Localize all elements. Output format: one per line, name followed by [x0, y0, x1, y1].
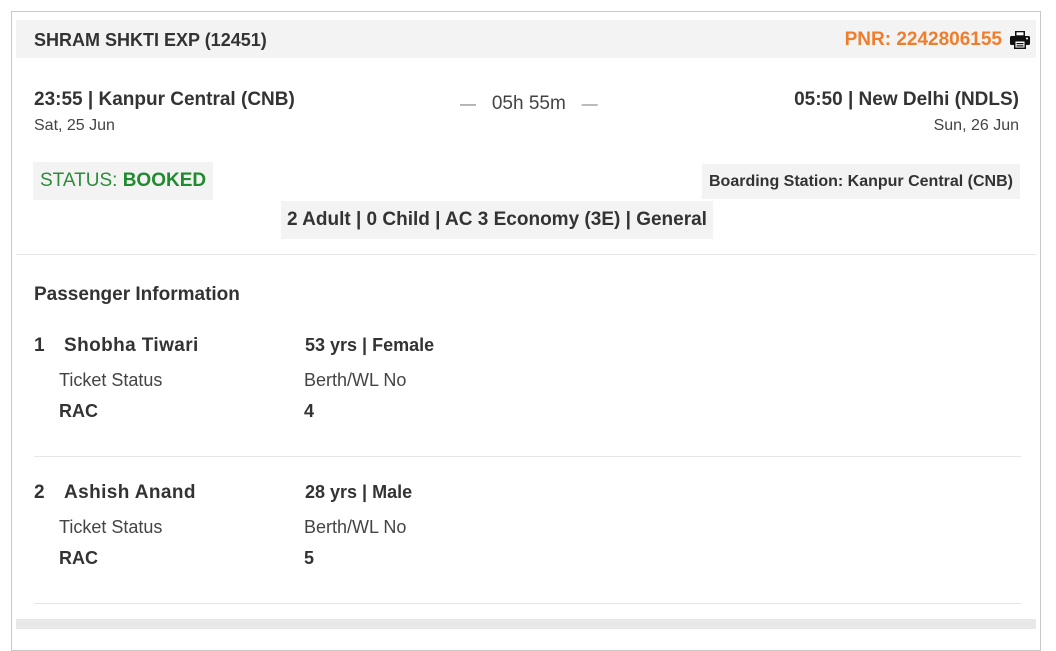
passenger-name: Ashish Anand	[64, 482, 196, 503]
ticket-status-value: RAC	[59, 401, 98, 421]
passenger-section-title: Passenger Information	[34, 284, 240, 305]
ticket-status-value: RAC	[59, 548, 98, 568]
status-value: BOOKED	[122, 170, 207, 191]
status-label: STATUS:	[40, 170, 123, 191]
divider	[16, 254, 1036, 255]
pnr-number: PNR: 2242806155	[844, 29, 1002, 50]
arrival-time-station: 05:50 | New Delhi (NDLS)	[794, 89, 1019, 110]
berth-value: 4	[304, 401, 315, 421]
booking-card: SHRAM SHKTI EXP (12451) PNR: 2242806155 …	[11, 11, 1041, 651]
card-footer-bar	[16, 619, 1036, 629]
departure-date: Sat, 25 Jun	[34, 117, 115, 134]
berth-label: Berth/WL No	[304, 370, 407, 390]
ticket-status-label: Ticket Status	[59, 517, 163, 537]
booking-class-summary: 2 Adult | 0 Child | AC 3 Economy (3E) | …	[281, 201, 713, 239]
arrival-date: Sun, 26 Jun	[933, 117, 1019, 134]
passenger-name: Shobha Tiwari	[64, 335, 199, 356]
passenger-age-gender: 28 yrs | Male	[305, 482, 413, 502]
passenger-divider	[34, 603, 1021, 604]
boarding-station: Boarding Station: Kanpur Central (CNB)	[702, 164, 1020, 199]
passenger-number: 1	[34, 335, 45, 356]
arrival-info: 05:50 | New Delhi (NDLS) Sun, 26 Jun	[794, 89, 1019, 135]
passenger-row: 2 Ashish Anand 28 yrs | Male Ticket Stat…	[34, 482, 1021, 604]
duration-value: 05h 55m	[491, 93, 566, 114]
departure-time-station: 23:55 | Kanpur Central (CNB)	[34, 89, 295, 110]
passenger-number: 2	[34, 482, 45, 503]
passenger-divider	[34, 456, 1021, 457]
ticket-status-label: Ticket Status	[59, 370, 163, 390]
berth-label: Berth/WL No	[304, 517, 407, 537]
booking-status: STATUS: BOOKED	[33, 162, 214, 200]
printer-icon[interactable]	[1010, 31, 1030, 49]
journey-duration: — 05h 55m —	[460, 93, 598, 115]
departure-info: 23:55 | Kanpur Central (CNB) Sat, 25 Jun	[34, 89, 295, 135]
passenger-age-gender: 53 yrs | Female	[305, 335, 435, 355]
duration-dash-left: —	[460, 96, 476, 113]
berth-value: 5	[304, 548, 315, 568]
passenger-row: 1 Shobha Tiwari 53 yrs | Female Ticket S…	[34, 335, 1021, 457]
duration-dash-right: —	[581, 96, 598, 113]
train-name: SHRAM SHKTI EXP (12451)	[34, 30, 267, 50]
booking-header: SHRAM SHKTI EXP (12451) PNR: 2242806155	[16, 20, 1036, 58]
